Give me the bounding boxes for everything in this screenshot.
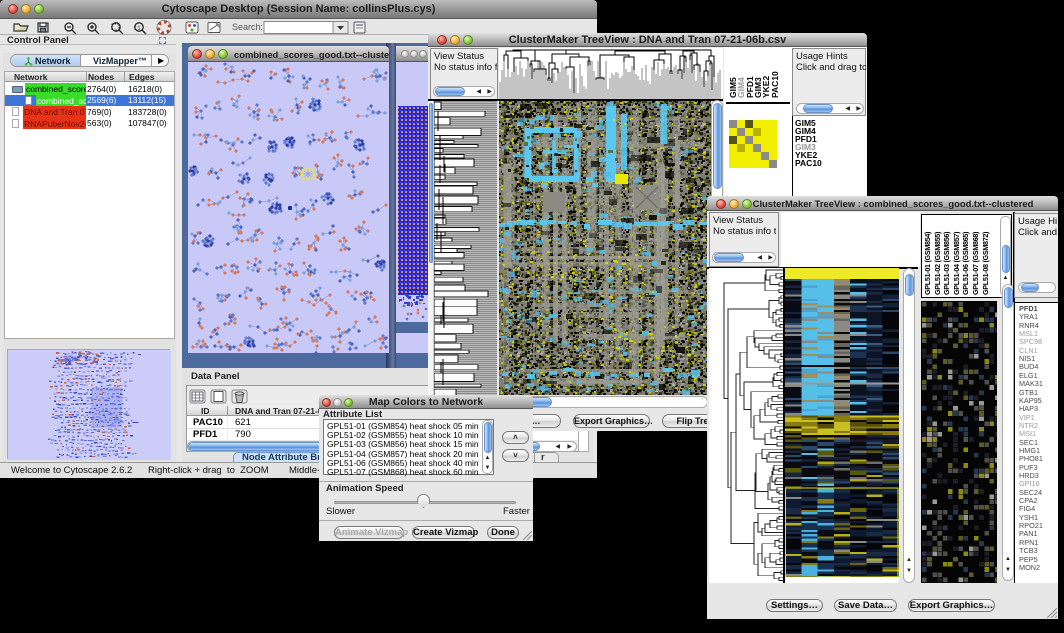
svg-text:1:1: 1:1	[134, 26, 141, 32]
svg-text:Search:: Search:	[232, 22, 263, 32]
